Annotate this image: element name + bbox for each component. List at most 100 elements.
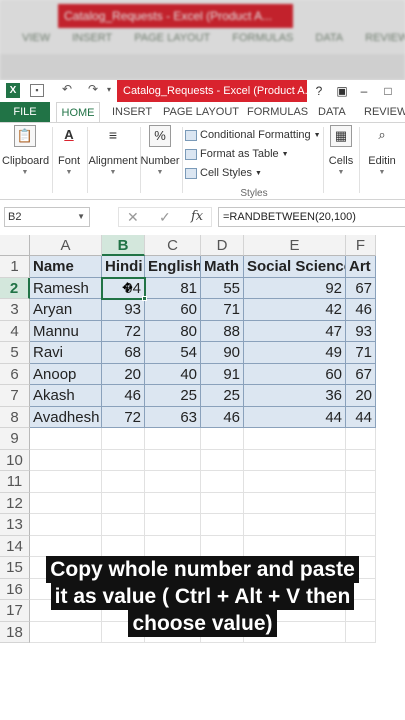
table-header-cell[interactable]: Math [201, 256, 244, 278]
table-cell[interactable]: 71 [201, 299, 244, 321]
ribbon-display-icon[interactable]: ▣ [334, 82, 350, 100]
table-cell[interactable]: 88 [201, 320, 244, 342]
row-header[interactable]: 6 [0, 363, 30, 385]
table-cell[interactable]: 63 [145, 406, 201, 428]
table-header-cell[interactable]: Social Science [244, 256, 346, 278]
table-header-cell[interactable]: English [145, 256, 201, 278]
empty-cell[interactable] [201, 492, 244, 514]
empty-cell[interactable] [102, 449, 145, 471]
conditional-formatting-button[interactable]: Conditional Formatting ▼ [185, 126, 323, 145]
row-header[interactable]: 8 [0, 406, 30, 428]
row-header[interactable]: 10 [0, 449, 30, 471]
table-cell[interactable]: Aryan [30, 299, 102, 321]
table-cell[interactable]: 91 [201, 363, 244, 385]
empty-cell[interactable] [244, 471, 346, 493]
table-cell[interactable]: 44 [244, 406, 346, 428]
font-group[interactable]: A Font ▼ [54, 125, 84, 176]
row-header[interactable]: 5 [0, 342, 30, 364]
empty-cell[interactable] [102, 514, 145, 536]
table-cell[interactable]: 47 [244, 320, 346, 342]
table-cell[interactable]: 67 [346, 277, 376, 299]
table-cell[interactable]: 72 [102, 406, 145, 428]
number-group[interactable]: % Number ▼ [140, 125, 180, 176]
tab-page-layout[interactable]: PAGE LAYOUT [163, 102, 239, 122]
table-cell[interactable]: Ramesh [30, 277, 102, 299]
save-icon[interactable]: ▪ [30, 84, 44, 97]
table-cell[interactable]: 42 [244, 299, 346, 321]
empty-cell[interactable] [145, 492, 201, 514]
tab-file[interactable]: FILE [0, 102, 50, 122]
empty-cell[interactable] [30, 449, 102, 471]
table-cell[interactable]: 92 [244, 277, 346, 299]
empty-cell[interactable] [145, 428, 201, 450]
row-header[interactable]: 11 [0, 471, 30, 493]
empty-cell[interactable] [102, 535, 145, 557]
table-cell[interactable]: 90 [201, 342, 244, 364]
table-cell[interactable]: 60 [244, 363, 346, 385]
empty-cell[interactable] [145, 449, 201, 471]
table-cell[interactable]: 36 [244, 385, 346, 407]
empty-cell[interactable] [201, 535, 244, 557]
table-header-cell[interactable]: Art [346, 256, 376, 278]
empty-cell[interactable] [201, 428, 244, 450]
empty-cell[interactable] [30, 514, 102, 536]
table-cell[interactable]: 40 [145, 363, 201, 385]
empty-cell[interactable] [244, 514, 346, 536]
table-cell[interactable]: 49 [244, 342, 346, 364]
row-header[interactable]: 14 [0, 535, 30, 557]
cancel-icon[interactable]: ✕ [127, 208, 139, 226]
empty-cell[interactable] [201, 449, 244, 471]
table-header-cell[interactable]: Name [30, 256, 102, 278]
table-cell[interactable]: 20 [346, 385, 376, 407]
table-header-cell[interactable]: Hindi [102, 256, 145, 278]
empty-cell[interactable] [145, 535, 201, 557]
clipboard-group[interactable]: 📋 Clipboard ▼ [2, 125, 49, 176]
row-header[interactable]: 3 [0, 299, 30, 321]
tab-review[interactable]: REVIEW [364, 102, 405, 122]
row-header[interactable]: 9 [0, 428, 30, 450]
quick-access-dropdown-icon[interactable]: ▾ [102, 84, 116, 97]
empty-cell[interactable] [145, 471, 201, 493]
table-cell[interactable]: Akash [30, 385, 102, 407]
table-cell[interactable]: Ravi [30, 342, 102, 364]
table-cell[interactable]: 25 [145, 385, 201, 407]
empty-cell[interactable] [201, 514, 244, 536]
table-cell[interactable]: 20 [102, 363, 145, 385]
table-cell[interactable]: 93 [102, 299, 145, 321]
table-cell[interactable]: 25 [201, 385, 244, 407]
empty-cell[interactable] [346, 514, 376, 536]
table-cell[interactable]: 72 [102, 320, 145, 342]
empty-cell[interactable] [201, 471, 244, 493]
tab-data[interactable]: DATA [318, 102, 346, 122]
enter-icon[interactable]: ✓ [159, 208, 171, 226]
table-cell[interactable]: Anoop [30, 363, 102, 385]
empty-cell[interactable] [30, 492, 102, 514]
column-header-f[interactable]: F [346, 235, 376, 256]
table-cell[interactable]: 71 [346, 342, 376, 364]
row-header[interactable]: 2 [0, 277, 30, 299]
empty-cell[interactable] [30, 428, 102, 450]
table-cell[interactable]: Mannu [30, 320, 102, 342]
table-cell[interactable]: 46 [102, 385, 145, 407]
row-header[interactable]: 4 [0, 320, 30, 342]
tab-home[interactable]: HOME [56, 102, 100, 122]
cells-group[interactable]: ▦ Cells ▼ [325, 125, 357, 176]
column-header-b[interactable]: B [102, 235, 145, 256]
table-cell[interactable]: 60 [145, 299, 201, 321]
table-cell[interactable]: 68 [102, 342, 145, 364]
table-cell[interactable]: 55 [201, 277, 244, 299]
empty-cell[interactable] [346, 428, 376, 450]
row-header[interactable]: 13 [0, 514, 30, 536]
table-cell[interactable]: 44 [346, 406, 376, 428]
formula-input[interactable]: =RANDBETWEEN(20,100) [218, 207, 405, 227]
select-all-corner[interactable] [0, 235, 30, 256]
empty-cell[interactable] [30, 535, 102, 557]
empty-cell[interactable] [102, 471, 145, 493]
maximize-icon[interactable]: □ [380, 82, 396, 100]
table-cell[interactable]: 46 [201, 406, 244, 428]
name-box[interactable]: B2 ▼ [4, 207, 90, 227]
row-header[interactable]: 1 [0, 256, 30, 278]
cell-styles-button[interactable]: Cell Styles ▼ [185, 164, 323, 183]
empty-cell[interactable] [244, 449, 346, 471]
empty-cell[interactable] [145, 514, 201, 536]
